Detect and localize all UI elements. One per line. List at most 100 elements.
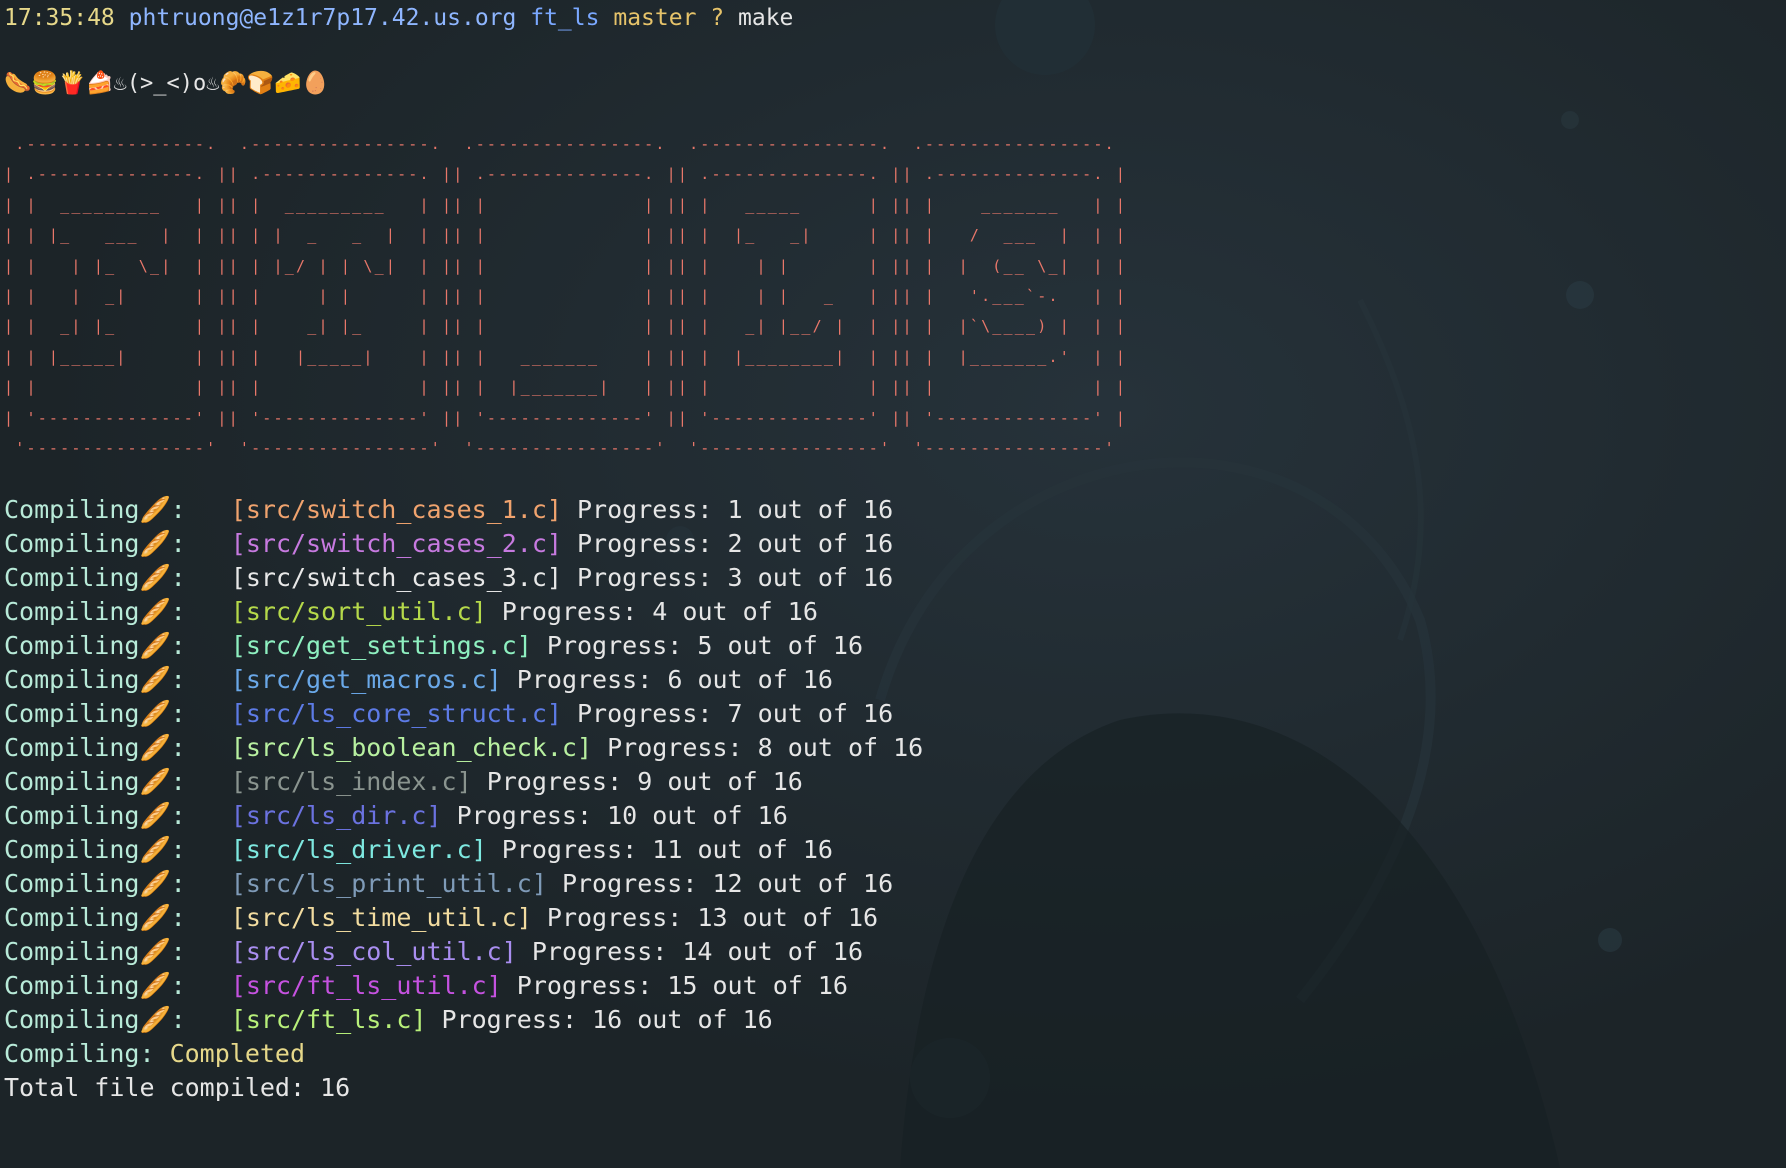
progress-index: 1 [727, 495, 743, 525]
out-of-label: out of [757, 699, 848, 729]
progress-label: Progress: [577, 495, 713, 525]
compile-file: [src/ls_print_util.c] [230, 869, 547, 899]
compile-row: Compiling🥖: [src/ls_core_struct.c] Progr… [4, 697, 1127, 731]
terminal-output: 17:35:48 phtruong@e1z1r7p17.42.us.org ft… [4, 0, 1127, 1105]
compile-file: [src/ft_ls.c] [230, 1005, 427, 1035]
compile-file: [src/get_settings.c] [230, 631, 532, 661]
compile-row: Compiling🥖: [src/switch_cases_2.c] Progr… [4, 527, 1127, 561]
compile-row: Compiling🥖: [src/switch_cases_3.c] Progr… [4, 561, 1127, 595]
compile-row: Compiling🥖: [src/ft_ls.c] Progress: 16 o… [4, 1003, 1127, 1037]
compile-file: [src/ls_col_util.c] [230, 937, 517, 967]
ascii-banner-line: | | _________ | || | _________ | || | | … [4, 195, 1128, 214]
out-of-label: out of [697, 665, 788, 695]
ascii-banner-line: | | |_ ___ | | || | | _ _ | | || | | || … [4, 226, 1128, 245]
ascii-banner-line: '----------------' '----------------' '-… [4, 439, 1116, 458]
progress-total: 16 [757, 801, 788, 831]
prompt-user-host: phtruong@e1z1r7p17.42.us.org [128, 5, 517, 31]
ascii-banner-line: | | | || | | || | |_______| | || | | || … [4, 378, 1128, 397]
total-compiled-row: Total file compiled: 16 [4, 1071, 1127, 1105]
progress-total: 16 [863, 869, 894, 899]
compile-prefix: Compiling🥖: [4, 835, 186, 865]
ascii-banner-line: | | | |_ \_| | || | |_/ | | \_| | || | |… [4, 256, 1128, 275]
progress-index: 5 [697, 631, 713, 661]
shell-prompt: 17:35:48 phtruong@e1z1r7p17.42.us.org ft… [4, 1, 1127, 35]
compile-row: Compiling🥖: [src/ls_time_util.c] Progres… [4, 901, 1127, 935]
progress-total: 16 [832, 631, 864, 661]
total-value: 16 [320, 1073, 351, 1103]
compile-row: Compiling🥖: [src/ls_boolean_check.c] Pro… [4, 731, 1127, 765]
compile-file: [src/switch_cases_2.c] [230, 529, 562, 559]
compile-file: [src/switch_cases_3.c] [230, 563, 562, 593]
progress-label: Progress: [441, 1005, 577, 1035]
progress-index: 14 [682, 937, 713, 967]
out-of-label: out of [697, 835, 788, 865]
compile-prefix: Compiling🥖: [4, 1005, 186, 1035]
out-of-label: out of [757, 529, 848, 559]
progress-label: Progress: [531, 937, 668, 967]
compile-prefix: Compiling🥖: [4, 937, 186, 967]
compile-file: [src/ls_time_util.c] [230, 903, 532, 933]
progress-label: Progress: [516, 971, 653, 1001]
progress-index: 15 [667, 971, 698, 1001]
progress-total: 16 [832, 937, 864, 967]
compile-file: [src/ft_ls_util.c] [230, 971, 502, 1001]
progress-total: 16 [863, 495, 894, 525]
compile-file: [src/ls_index.c] [230, 767, 472, 797]
compile-prefix: Compiling🥖: [4, 903, 186, 933]
progress-total: 16 [863, 563, 894, 593]
progress-label: Progress: [577, 699, 713, 729]
prompt-command: make [738, 5, 794, 31]
compile-prefix: Compiling🥖: [4, 801, 186, 831]
progress-total: 16 [863, 699, 894, 729]
compile-prefix: Compiling🥖: [4, 529, 186, 559]
out-of-label: out of [727, 631, 818, 661]
progress-index: 4 [652, 597, 668, 627]
progress-label: Progress: [577, 529, 713, 559]
progress-total: 16 [772, 767, 803, 797]
compile-file: [src/sort_util.c] [230, 597, 487, 627]
ascii-banner-line: | '--------------' || '--------------' |… [4, 408, 1128, 427]
out-of-label: out of [757, 563, 848, 593]
out-of-label: out of [757, 495, 848, 525]
progress-label: Progress: [577, 563, 713, 593]
compile-prefix: Compiling🥖: [4, 563, 186, 593]
progress-index: 8 [757, 733, 773, 763]
compile-row: Compiling🥖: [src/ls_col_util.c] Progress… [4, 935, 1127, 969]
progress-index: 11 [652, 835, 683, 865]
compile-prefix: Compiling🥖: [4, 631, 186, 661]
ascii-banner: .----------------. .----------------. .-… [4, 129, 1127, 463]
compile-row: Compiling🥖: [src/ls_dir.c] Progress: 10 … [4, 799, 1127, 833]
compile-completed-row: Compiling: Completed [4, 1037, 1127, 1071]
ascii-banner-line: | | |_____| | || | |_____| | || | ______… [4, 347, 1128, 366]
compile-file: [src/ls_core_struct.c] [230, 699, 562, 729]
total-label: Total file compiled: [4, 1073, 306, 1103]
compile-file: [src/ls_boolean_check.c] [230, 733, 593, 763]
progress-index: 12 [712, 869, 743, 899]
prompt-status: ? [710, 5, 725, 31]
compile-file: [src/switch_cases_1.c] [230, 495, 562, 525]
progress-label: Progress: [456, 801, 593, 831]
compile-prefix: Compiling🥖: [4, 665, 186, 695]
progress-index: 13 [697, 903, 728, 933]
compile-prefix: Compiling🥖: [4, 767, 186, 797]
out-of-label: out of [682, 597, 773, 627]
progress-label: Progress: [501, 597, 638, 627]
progress-index: 16 [592, 1005, 623, 1035]
progress-total: 16 [863, 529, 894, 559]
ascii-banner-line: | | _| |_ | || | _| |_ | || | | || | _| … [4, 317, 1128, 336]
progress-label: Progress: [501, 835, 638, 865]
compile-file: [src/get_macros.c] [230, 665, 502, 695]
completed-label: Compiling: [4, 1039, 155, 1069]
compile-file: [src/ls_driver.c] [230, 835, 487, 865]
compile-prefix: Compiling🥖: [4, 597, 186, 627]
compile-prefix: Compiling🥖: [4, 869, 186, 899]
prompt-time: 17:35:48 [4, 5, 115, 31]
progress-index: 6 [667, 665, 683, 695]
compile-prefix: Compiling🥖: [4, 733, 186, 763]
compile-log: Compiling🥖: [src/switch_cases_1.c] Progr… [4, 493, 1127, 1105]
compile-row: Compiling🥖: [src/get_macros.c] Progress:… [4, 663, 1127, 697]
out-of-label: out of [727, 937, 818, 967]
progress-index: 2 [727, 529, 743, 559]
compile-row: Compiling🥖: [src/get_settings.c] Progres… [4, 629, 1127, 663]
compile-row: Compiling🥖: [src/sort_util.c] Progress: … [4, 595, 1127, 629]
